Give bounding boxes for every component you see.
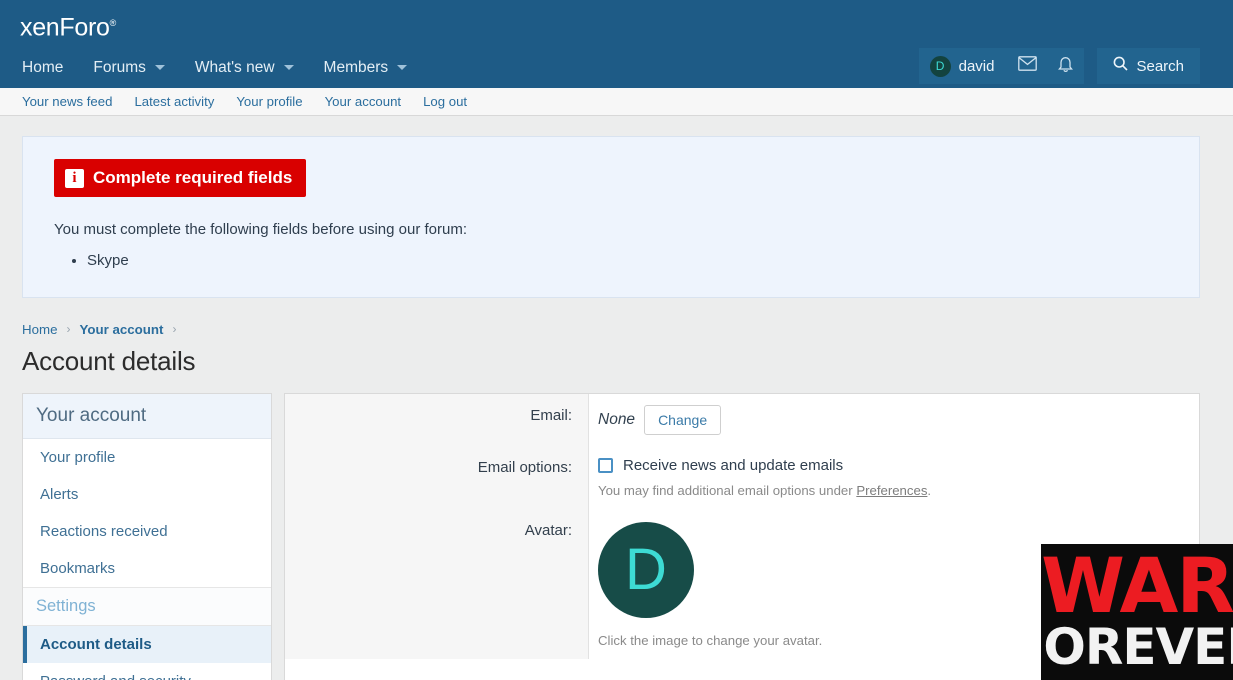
bell-icon	[1057, 55, 1074, 78]
required-fields-alert: i Complete required fields You must comp…	[22, 136, 1200, 298]
search-icon	[1113, 56, 1129, 76]
inbox-button[interactable]	[1008, 48, 1046, 84]
war-forever-overlay-image: WAR FOREVER	[1041, 544, 1233, 680]
email-value-line: None Change	[598, 405, 1185, 435]
alert-field-list: Skype	[87, 251, 1183, 271]
chevron-down-icon	[397, 65, 408, 70]
avatar: D	[929, 55, 951, 77]
chevron-down-icon	[154, 65, 165, 70]
overlay-text-forever: FOREVER	[1041, 618, 1233, 676]
user-menu-group: D david	[918, 48, 1085, 84]
content-area: Your account Your profile Alerts Reactio…	[22, 393, 1200, 680]
sidebar-section-settings: Settings	[23, 587, 271, 626]
sidebar-item-bookmarks[interactable]: Bookmarks	[23, 550, 271, 587]
form-row-email-options: Email options: Receive news and update e…	[285, 446, 1199, 509]
alert-message: You must complete the following fields b…	[54, 221, 468, 238]
nav-item-forums-label: Forums	[93, 58, 146, 76]
receive-news-checkbox-label[interactable]: Receive news and update emails	[623, 457, 843, 474]
sidebar-item-your-profile[interactable]: Your profile	[23, 439, 271, 476]
breadcrumb: Home › Your account ›	[22, 320, 1200, 338]
breadcrumb-item-home[interactable]: Home	[22, 322, 57, 337]
nav-item-home-label: Home	[22, 58, 64, 76]
breadcrumb-separator-icon: ›	[66, 322, 71, 336]
site-logo[interactable]: xenForo®	[20, 8, 116, 43]
username-label: david	[958, 57, 995, 75]
alerts-button[interactable]	[1046, 48, 1084, 84]
info-icon: i	[65, 168, 84, 188]
nav-item-forums[interactable]: Forums	[93, 47, 165, 88]
preferences-link[interactable]: Preferences	[856, 483, 927, 498]
breadcrumb-item-your-account[interactable]: Your account	[79, 322, 163, 337]
secondary-navigation: Your news feed Latest activity Your prof…	[0, 88, 1233, 116]
email-options-field-area: Receive news and update emails You may f…	[589, 446, 1199, 509]
subnav-item-your-account[interactable]: Your account	[325, 94, 402, 109]
list-item: Skype	[87, 251, 1183, 271]
email-options-label: Email options:	[285, 446, 589, 509]
nav-item-whats-new[interactable]: What's new	[195, 47, 294, 88]
subnav-item-your-profile[interactable]: Your profile	[236, 94, 302, 109]
email-field-area: None Change	[589, 394, 1199, 446]
email-value: None	[598, 411, 636, 428]
form-row-email: Email: None Change	[285, 394, 1199, 446]
nav-item-whats-new-label: What's new	[194, 58, 275, 76]
registered-mark-icon: ®	[109, 18, 117, 28]
site-logo-text: xenForo	[20, 13, 110, 42]
user-account-button[interactable]: D david	[919, 48, 1009, 84]
email-options-hint: You may find additional email options un…	[598, 483, 1185, 498]
nav-item-home[interactable]: Home	[22, 47, 63, 88]
email-options-hint-suffix: .	[927, 483, 932, 498]
receive-news-checkbox-row[interactable]: Receive news and update emails	[598, 457, 1185, 474]
account-sidebar: Your account Your profile Alerts Reactio…	[22, 393, 272, 680]
nav-item-members[interactable]: Members	[324, 47, 408, 88]
nav-item-members-label: Members	[323, 58, 389, 76]
sidebar-item-account-details[interactable]: Account details	[23, 626, 271, 663]
sidebar-item-reactions-received[interactable]: Reactions received	[23, 513, 271, 550]
complete-required-fields-button[interactable]: i Complete required fields	[54, 159, 307, 197]
site-header: xenForo® Home Forums What's new Members …	[0, 0, 1233, 88]
subnav-item-log-out[interactable]: Log out	[423, 94, 467, 109]
change-email-button[interactable]: Change	[644, 405, 722, 435]
page-title: Account details	[22, 346, 196, 376]
sidebar-item-alerts[interactable]: Alerts	[23, 476, 271, 513]
subnav-item-latest-activity[interactable]: Latest activity	[134, 94, 214, 109]
search-button-label: Search	[1136, 57, 1184, 75]
user-menu: D david Search	[918, 48, 1200, 84]
envelope-icon	[1018, 56, 1037, 76]
avatar-label: Avatar:	[285, 509, 589, 659]
email-options-hint-prefix: You may find additional email options un…	[598, 483, 857, 498]
chevron-down-icon	[283, 65, 294, 70]
logo-row: xenForo®	[0, 0, 1233, 47]
breadcrumb-separator-icon: ›	[172, 322, 177, 336]
subnav-item-your-news-feed[interactable]: Your news feed	[22, 94, 112, 109]
overlay-text-war: WAR	[1041, 544, 1233, 630]
email-label: Email:	[285, 394, 589, 446]
sidebar-header: Your account	[23, 394, 271, 439]
search-button[interactable]: Search	[1097, 48, 1200, 84]
sidebar-item-password-and-security[interactable]: Password and security	[23, 663, 271, 680]
avatar-image-button[interactable]: D	[598, 522, 694, 618]
receive-news-checkbox[interactable]	[598, 458, 613, 473]
complete-required-fields-label: Complete required fields	[93, 168, 293, 187]
